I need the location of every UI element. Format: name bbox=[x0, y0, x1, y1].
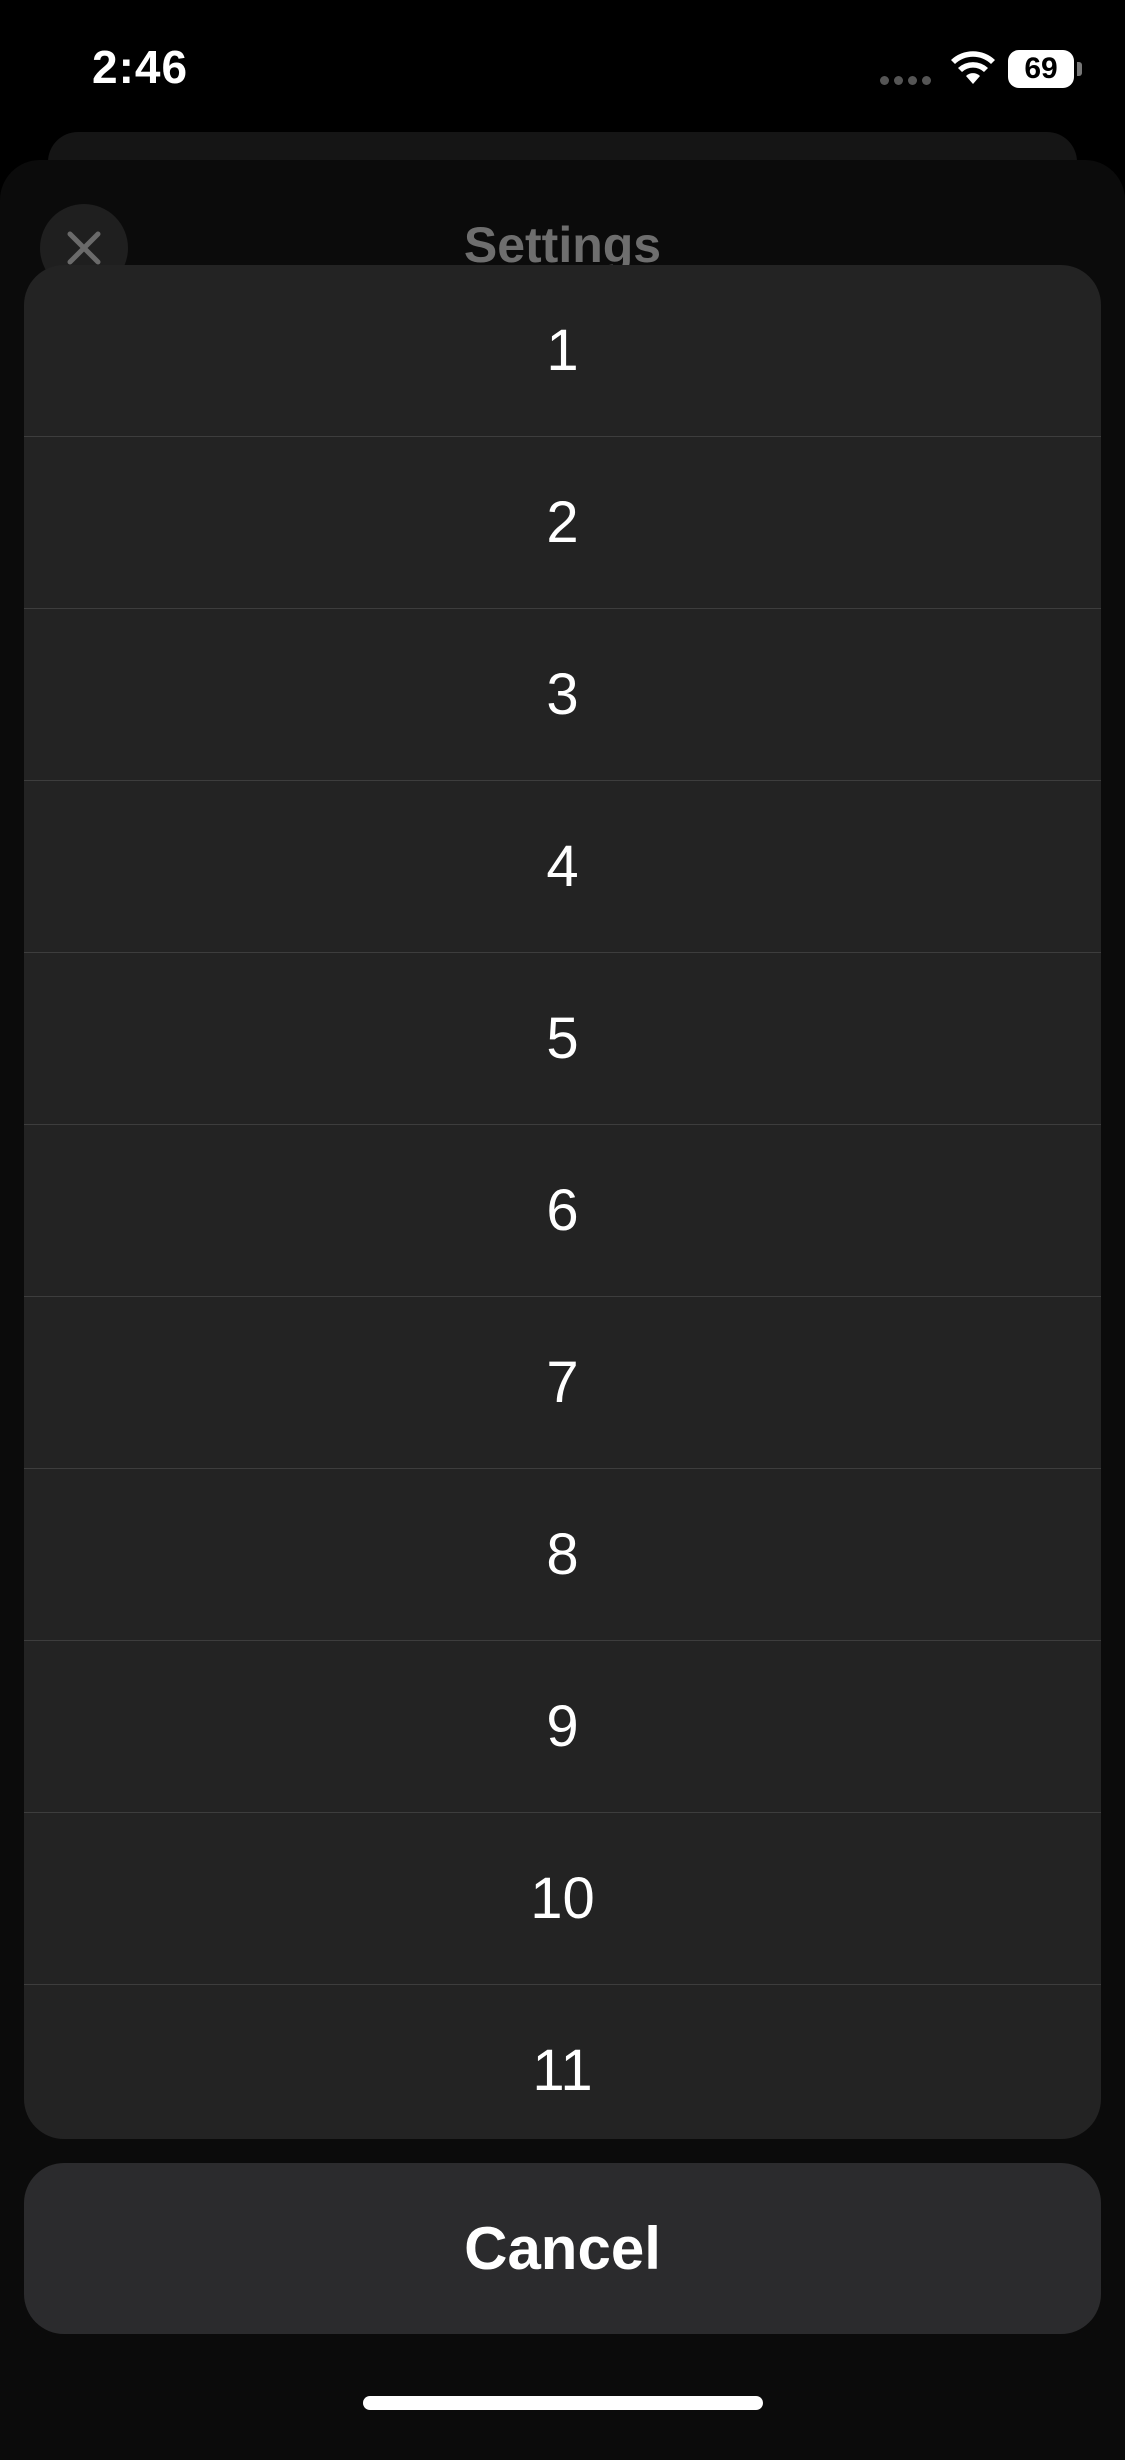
battery-tip bbox=[1077, 62, 1082, 76]
option-11[interactable]: 11 bbox=[24, 1985, 1101, 2139]
wifi-icon bbox=[951, 51, 995, 84]
status-bar: 2:46 69 bbox=[0, 0, 1125, 140]
option-6[interactable]: 6 bbox=[24, 1125, 1101, 1297]
option-3[interactable]: 3 bbox=[24, 609, 1101, 781]
battery-icon: 69 bbox=[1008, 50, 1074, 88]
status-time: 2:46 bbox=[92, 41, 189, 93]
option-4[interactable]: 4 bbox=[24, 781, 1101, 953]
cellular-signal-icon bbox=[880, 76, 934, 86]
action-sheet-options: 1 2 3 4 5 6 7 8 9 10 11 bbox=[24, 265, 1101, 2139]
option-10[interactable]: 10 bbox=[24, 1813, 1101, 1985]
cancel-button[interactable]: Cancel bbox=[24, 2163, 1101, 2334]
option-9[interactable]: 9 bbox=[24, 1641, 1101, 1813]
option-8[interactable]: 8 bbox=[24, 1469, 1101, 1641]
option-2[interactable]: 2 bbox=[24, 437, 1101, 609]
home-indicator bbox=[363, 2396, 763, 2410]
option-7[interactable]: 7 bbox=[24, 1297, 1101, 1469]
option-5[interactable]: 5 bbox=[24, 953, 1101, 1125]
option-1[interactable]: 1 bbox=[24, 265, 1101, 437]
